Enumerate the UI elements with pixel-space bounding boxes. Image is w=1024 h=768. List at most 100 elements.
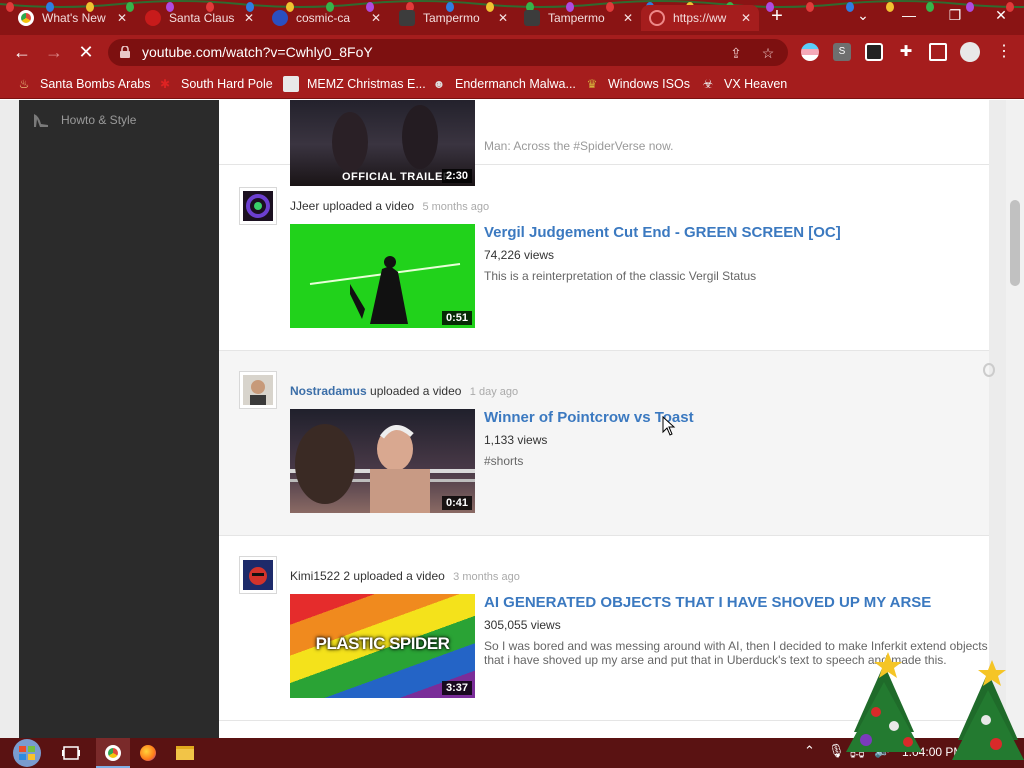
video-thumbnail[interactable]: 0:51 [290,224,475,328]
chrome-taskbar-button[interactable] [96,738,130,768]
bookmark-label: South Hard Pole [181,77,273,91]
tab-title: Santa Claus [169,11,235,25]
flag-extension-icon[interactable] [801,43,819,61]
feed: OFFICIAL TRAILER 2:30 Man: Across the #S… [219,100,995,738]
view-count: 74,226 views [484,248,555,262]
bookmark-label: Windows ISOs [608,77,690,91]
show-hidden-icons[interactable]: ⌃ [804,743,815,759]
close-tab-icon[interactable]: ✕ [371,11,381,25]
minimize-button[interactable]: — [894,4,924,26]
tab-tampermonkey-2[interactable]: Tampermo ✕ [516,5,641,31]
nostradamus-avatar-icon [243,375,273,405]
close-tab-icon[interactable]: ✕ [741,11,751,25]
video-duration: 3:37 [441,681,472,695]
s-extension-icon[interactable]: S [833,43,851,61]
sidebar-item-label: Howto & Style [61,113,137,127]
page-scrollbar[interactable] [1006,100,1024,738]
forward-button[interactable]: → [43,41,65,63]
stop-button[interactable]: ✕ [75,41,97,63]
tab-whats-new[interactable]: What's New ✕ [10,5,135,31]
video-thumbnail[interactable]: 0:41 [290,409,475,513]
tab-tampermonkey-1[interactable]: Tampermo ✕ [391,5,516,31]
address-bar[interactable]: youtube.com/watch?v=Cwhly0_8FoY ⇪ ☆ [108,39,788,66]
chrome-icon [18,10,34,26]
file-explorer-icon[interactable] [176,746,194,760]
uploader-name[interactable]: JJeer [290,199,319,213]
bookmark-memz[interactable]: MEMZ Christmas E... [283,76,426,92]
close-tab-icon[interactable]: ✕ [244,11,254,25]
tab-cosmic[interactable]: cosmic-ca ✕ [264,5,389,31]
biohazard-icon: ☣ [702,77,714,91]
url-text: youtube.com/watch?v=Cwhly0_8FoY [142,44,373,60]
task-view-icon[interactable] [58,741,84,765]
bookmark-windows-isos[interactable]: ♛ Windows ISOs [584,76,690,92]
start-button-icon[interactable] [8,738,46,768]
wolf-icon: ☻ [432,77,446,91]
mouse-cursor-icon [662,416,676,436]
tab-search-button[interactable]: ⌄ [848,4,878,26]
upload-action: uploaded a video [353,569,445,583]
light-bulb-decoration [886,2,894,12]
youtube-page: Howto & Style OFFICIAL TRAILER 2:30 Man:… [0,100,1024,738]
puzzle-extensions-icon[interactable]: ✚ [897,43,915,61]
star-icon[interactable]: ☆ [760,45,776,61]
light-bulb-decoration [926,2,934,12]
memz-icon [283,76,299,92]
snowflake-icon: ✱ [159,77,171,91]
video-title-link[interactable]: AI GENERATED OBJECTS THAT I HAVE SHOVED … [484,594,931,611]
candle-icon: ♨ [18,77,30,91]
video-description: #shorts [484,454,524,468]
video-title-link[interactable]: Vergil Judgement Cut End - GREEN SCREEN … [484,224,841,241]
profile-avatar[interactable] [960,42,980,62]
close-window-button[interactable]: ✕ [986,4,1016,26]
tab-strip: What's New ✕ Santa Claus ✕ cosmic-ca ✕ T… [0,0,1024,35]
avatar[interactable] [239,187,277,225]
restore-button[interactable]: ❐ [940,4,970,26]
tab-title: https://ww [673,11,727,25]
back-button[interactable]: ← [11,41,33,63]
sidebar-item-howto-style[interactable]: Howto & Style [31,110,136,130]
avatar[interactable] [239,371,277,409]
menu-dots-icon[interactable]: ⋮ [996,42,1012,62]
qr-extension-icon[interactable] [865,43,883,61]
scrollbar-thumb[interactable] [1010,200,1020,286]
view-count: 1,133 views [484,433,548,447]
close-tab-icon[interactable]: ✕ [623,11,633,25]
video-description: This is a reinterpretation of the classi… [484,269,757,283]
uploader-name[interactable]: Nostradamus [290,384,367,398]
chrome-icon [105,745,121,761]
bookmark-label: Santa Bombs Arabs [40,77,151,91]
firefox-icon[interactable] [140,745,156,761]
share-icon[interactable]: ⇪ [728,45,744,61]
video-description: Man: Across the #SpiderVerse now. [484,139,674,153]
tab-active-youtube[interactable]: https://ww ✕ [641,5,759,31]
avatar[interactable] [239,556,277,594]
loading-spinner-icon [983,363,995,377]
bookmark-endermanch[interactable]: ☻ Endermanch Malwa... [431,76,576,92]
uploader-line: JJeer uploaded a video 5 months ago [290,199,489,213]
close-tab-icon[interactable]: ✕ [117,11,127,25]
upload-action: uploaded a video [322,199,415,213]
feed-item: Nostradamus uploaded a video 1 day ago 0… [219,351,995,536]
view-count: 305,055 views [484,618,561,632]
tampermonkey-icon [399,10,415,26]
upload-time: 3 months ago [453,571,520,583]
tab-santa-claus[interactable]: Santa Claus ✕ [137,5,262,31]
light-bulb-decoration [806,2,814,12]
close-tab-icon[interactable]: ✕ [498,11,508,25]
bookmark-vx-heaven[interactable]: ☣ VX Heaven [700,76,788,92]
heel-icon [34,114,48,127]
bookmark-label: Endermanch Malwa... [455,77,576,91]
side-panel-icon[interactable] [929,43,947,61]
video-thumbnail[interactable]: PLASTIC SPIDER 3:37 [290,594,475,698]
video-duration: 0:41 [441,496,472,510]
tab-title: cosmic-ca [296,11,351,25]
jjeer-avatar-icon [243,191,273,221]
tab-title: What's New [42,11,106,25]
upload-time: 5 months ago [422,201,490,213]
bookmark-santa-bombs[interactable]: ♨ Santa Bombs Arabs [16,76,151,92]
uploader-line: Kimi1522 2 uploaded a video 3 months ago [290,569,520,583]
new-tab-button[interactable]: + [766,6,788,28]
bookmark-south-hard-pole[interactable]: ✱ South Hard Pole [157,76,273,92]
uploader-name[interactable]: Kimi1522 2 [290,569,350,583]
